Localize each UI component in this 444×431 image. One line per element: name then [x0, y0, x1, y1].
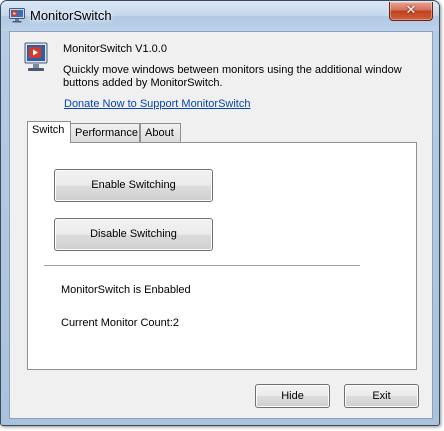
status-text: MonitorSwitch is Enbabled	[61, 284, 191, 296]
switch-tab-panel: Enable Switching Disable Switching Monit…	[27, 142, 417, 370]
exit-button[interactable]: Exit	[344, 384, 419, 408]
monitor-icon	[9, 8, 25, 23]
app-description: Quickly move windows between monitors us…	[63, 64, 402, 89]
client-area: MonitorSwitch V1.0.0 Quickly move window…	[9, 31, 433, 419]
hide-button[interactable]: Hide	[255, 384, 330, 408]
close-button[interactable]: ✕	[389, 2, 433, 21]
enable-switching-button[interactable]: Enable Switching	[54, 169, 213, 202]
app-name: MonitorSwitch V1.0.0	[63, 43, 167, 55]
disable-switching-button[interactable]: Disable Switching	[54, 218, 213, 251]
donate-link[interactable]: Donate Now to Support MonitorSwitch	[64, 98, 250, 110]
tab-switch[interactable]: Switch	[27, 121, 71, 143]
app-window: MonitorSwitch ✕ MonitorSwitch V1.0.0 Qui…	[0, 0, 440, 426]
monitor-play-icon	[24, 42, 48, 71]
tab-about[interactable]: About	[140, 123, 181, 144]
separator	[44, 265, 360, 267]
tab-performance[interactable]: Performance	[70, 123, 140, 144]
monitor-count-text: Current Monitor Count:2	[61, 317, 179, 329]
close-icon: ✕	[405, 3, 417, 18]
window-title: MonitorSwitch	[30, 8, 112, 23]
title-bar[interactable]: MonitorSwitch ✕	[1, 1, 439, 31]
